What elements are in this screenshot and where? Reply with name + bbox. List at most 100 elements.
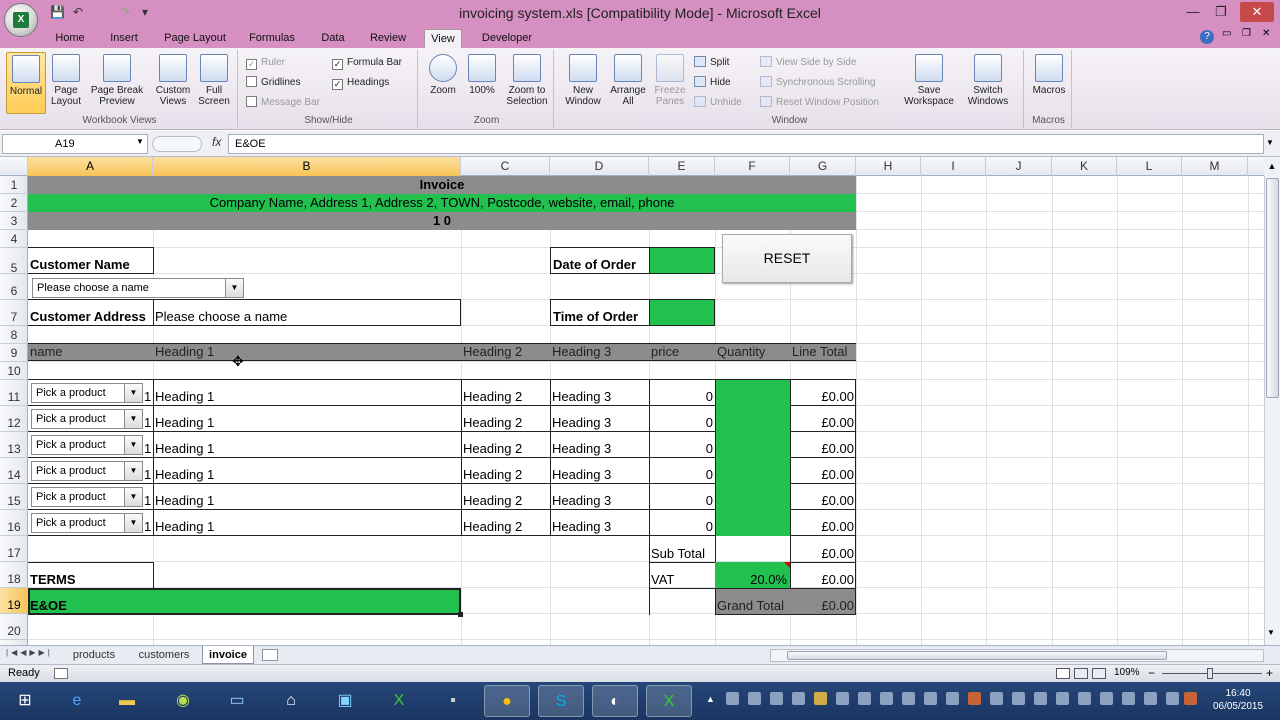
tray-icon[interactable] — [814, 692, 827, 705]
row-header[interactable]: 9 — [0, 344, 28, 362]
tray-icon[interactable] — [1012, 692, 1025, 705]
sheet-tab-customers[interactable]: customers — [130, 646, 198, 664]
formula-bar-splitter[interactable] — [152, 136, 202, 152]
row-header[interactable]: 13 — [0, 432, 28, 458]
taskbar-clock[interactable]: 16:40 06/05/2015 — [1200, 687, 1276, 713]
volume-icon[interactable] — [1166, 692, 1179, 705]
tray-icon[interactable] — [990, 692, 1003, 705]
macro-record-icon[interactable] — [54, 668, 68, 679]
vertical-scroll-thumb[interactable] — [1266, 178, 1279, 398]
subtotal-value[interactable]: £0.00 — [792, 545, 854, 563]
row-header[interactable]: 10 — [0, 362, 28, 380]
obs-icon[interactable]: ◐ — [592, 685, 638, 717]
formula-bar-checkbox[interactable]: ✓ Formula Bar — [332, 54, 402, 72]
select-all-corner[interactable] — [0, 157, 28, 176]
column-header-e[interactable]: E — [649, 157, 715, 176]
tab-home[interactable]: Home — [50, 29, 90, 48]
arrange-all-button[interactable]: Arrange All — [606, 52, 650, 107]
tab-view[interactable]: View — [424, 29, 462, 48]
zoom-in-button[interactable]: + — [1266, 666, 1273, 680]
horizontal-scrollbar[interactable] — [770, 649, 1264, 662]
tray-icon[interactable] — [902, 692, 915, 705]
sheet-tab-invoice[interactable]: invoice — [202, 646, 254, 664]
vertical-scrollbar[interactable]: ▼ — [1264, 176, 1280, 645]
line-heading-2[interactable]: Heading 2 — [463, 518, 522, 536]
normal-view-icon[interactable] — [1056, 668, 1070, 679]
vat-rate[interactable]: 20.0% — [717, 571, 787, 589]
store-icon[interactable]: ▣ — [322, 685, 368, 717]
row-header[interactable]: 1 — [0, 176, 28, 194]
column-header-d[interactable]: D — [550, 157, 649, 176]
tray-icon[interactable] — [1056, 692, 1069, 705]
line-heading-2[interactable]: Heading 2 — [463, 492, 522, 510]
skype-icon[interactable]: S — [538, 685, 584, 717]
freeze-panes-button[interactable]: Freeze Panes — [650, 52, 690, 107]
line-price[interactable]: 0 — [649, 414, 713, 432]
view-side-by-side-button[interactable]: View Side by Side — [760, 54, 856, 72]
scroll-down-icon[interactable]: ▼ — [1267, 628, 1275, 637]
line-heading-1[interactable]: Heading 1 — [155, 518, 214, 536]
zoom-level[interactable]: 109% — [1114, 667, 1140, 678]
synchronous-scrolling-button[interactable]: Synchronous Scrolling — [760, 74, 876, 92]
tray-icon[interactable] — [770, 692, 783, 705]
row-header[interactable]: 17 — [0, 536, 28, 562]
page-break-preview-button[interactable]: Page Break Preview — [86, 52, 148, 107]
excel-window-icon[interactable]: X — [646, 685, 692, 717]
column-header-b[interactable]: B — [153, 157, 461, 176]
row-header[interactable]: 8 — [0, 326, 28, 344]
tray-icon[interactable] — [968, 692, 981, 705]
tray-icon[interactable] — [1034, 692, 1047, 705]
tab-insert[interactable]: Insert — [104, 29, 144, 48]
page-layout-view-button[interactable]: Page Layout — [48, 52, 84, 107]
tray-icon[interactable] — [924, 692, 937, 705]
internet-explorer-icon[interactable]: e — [54, 685, 100, 717]
grand-total-value[interactable]: £0.00 — [792, 597, 854, 615]
tray-icon[interactable] — [836, 692, 849, 705]
line-heading-3[interactable]: Heading 3 — [552, 388, 611, 406]
custom-views-button[interactable]: Custom Views — [152, 52, 194, 107]
terms-value[interactable]: E&OE — [30, 597, 67, 615]
row-header[interactable]: 3 — [0, 212, 28, 230]
line-quantity-cell[interactable] — [715, 510, 790, 536]
full-screen-button[interactable]: Full Screen — [196, 52, 232, 107]
line-price[interactable]: 0 — [649, 440, 713, 458]
excel-app-icon[interactable]: X — [376, 685, 422, 717]
line-price[interactable]: 0 — [649, 388, 713, 406]
tab-data[interactable]: Data — [314, 29, 352, 48]
zoom-100-button[interactable]: 100% — [464, 52, 500, 96]
tray-icon[interactable] — [880, 692, 893, 705]
switch-windows-button[interactable]: Switch Windows — [960, 52, 1016, 107]
line-price[interactable]: 0 — [649, 466, 713, 484]
row-header[interactable]: 15 — [0, 484, 28, 510]
line-heading-2[interactable]: Heading 2 — [463, 466, 522, 484]
line-total[interactable]: £0.00 — [790, 518, 854, 536]
line-heading-1[interactable]: Heading 1 — [155, 440, 214, 458]
line-heading-2[interactable]: Heading 2 — [463, 388, 522, 406]
date-of-order-cell[interactable] — [649, 247, 715, 274]
battery-icon[interactable] — [1144, 692, 1157, 705]
column-header-i[interactable]: I — [921, 157, 986, 176]
zoom-selection-button[interactable]: Zoom to Selection — [502, 52, 552, 107]
help-icon[interactable]: ? — [1200, 30, 1214, 44]
column-header-j[interactable]: J — [986, 157, 1052, 176]
row-header[interactable]: 4 — [0, 230, 28, 248]
tab-developer[interactable]: Developer — [476, 29, 538, 48]
tab-page-layout[interactable]: Page Layout — [160, 29, 230, 48]
tray-icon[interactable] — [792, 692, 805, 705]
company-details-cell[interactable]: Company Name, Address 1, Address 2, TOWN… — [28, 194, 856, 212]
zoom-out-button[interactable]: − — [1148, 666, 1155, 680]
line-total[interactable]: £0.00 — [790, 440, 854, 458]
line-heading-3[interactable]: Heading 3 — [552, 440, 611, 458]
line-heading-2[interactable]: Heading 2 — [463, 414, 522, 432]
ribbon-minimize-icon[interactable]: ▭ — [1222, 28, 1231, 39]
customer-address-value[interactable]: Please choose a name — [155, 308, 287, 326]
column-header-m[interactable]: M — [1182, 157, 1248, 176]
product-dropdown[interactable]: Pick a product ▼ — [31, 461, 143, 481]
vat-value[interactable]: £0.00 — [792, 571, 854, 589]
tray-icon[interactable] — [858, 692, 871, 705]
hide-button[interactable]: Hide — [694, 74, 731, 92]
gridlines-checkbox[interactable]: Gridlines — [246, 74, 300, 92]
network-icon[interactable] — [1100, 692, 1113, 705]
maximize-button[interactable]: ❐ — [1208, 2, 1234, 22]
line-total[interactable]: £0.00 — [790, 414, 854, 432]
